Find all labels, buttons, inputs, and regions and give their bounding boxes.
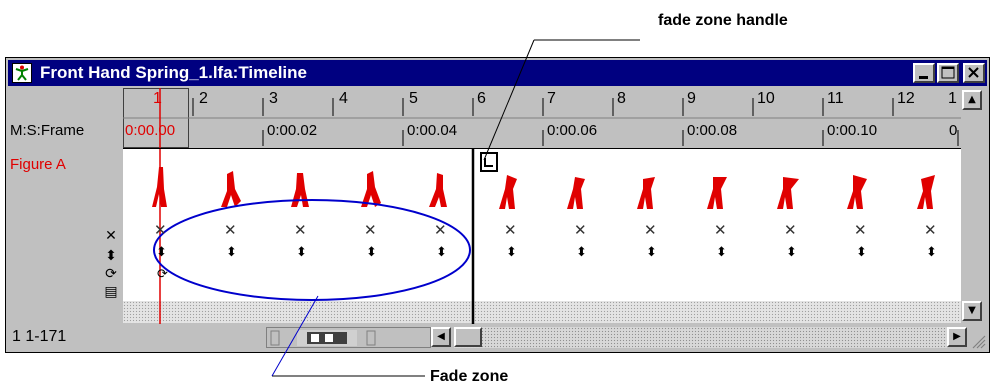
vertical-scrollbar[interactable]: ▲ ▼ xyxy=(961,88,983,323)
keyframe-marker[interactable]: ✕ xyxy=(504,221,517,239)
resize-grip-icon[interactable] xyxy=(969,332,987,350)
scroll-left-button[interactable]: ◀ xyxy=(431,327,451,347)
keyframe-marker[interactable]: ✕ xyxy=(574,221,587,239)
time-label: 0:00.02 xyxy=(267,122,318,139)
position-keyframe[interactable]: ⬍ xyxy=(646,245,657,260)
keyframe-marker[interactable]: ✕ xyxy=(294,221,307,239)
time-label: 0:00.04 xyxy=(407,122,458,139)
time-label: 0:00.10 xyxy=(827,122,878,139)
position-keyframe[interactable]: ⬍ xyxy=(506,245,517,260)
title-bar[interactable]: Front Hand Spring_1.lfa:Timeline xyxy=(8,60,987,86)
frame-number: 10 xyxy=(757,90,775,107)
position-keyframe[interactable]: ⬍ xyxy=(436,245,447,260)
frame-number: 2 xyxy=(199,90,208,107)
fade-zone-callout: Fade zone xyxy=(430,368,509,385)
horizontal-scrollbar[interactable] xyxy=(454,327,947,348)
keyframe-marker[interactable]: ✕ xyxy=(434,221,447,239)
script-icon: ▤ xyxy=(104,284,118,300)
position-keyframe[interactable]: ⬍ xyxy=(226,245,237,260)
zoom-slider[interactable] xyxy=(266,327,431,348)
close-button[interactable] xyxy=(963,63,985,83)
keyframe-marker[interactable]: ✕ xyxy=(154,221,167,239)
timeline-ruler[interactable]: 1 2 3 4 5 6 7 8 9 10 11 12 1 0:00.00 0:0… xyxy=(123,88,961,148)
figure-app-icon xyxy=(12,63,32,83)
x-icon: ✕ xyxy=(105,228,117,244)
scroll-thumb[interactable] xyxy=(454,327,482,347)
position-keyframe[interactable]: ⬍ xyxy=(366,245,377,260)
keyframe-marker[interactable]: ✕ xyxy=(714,221,727,239)
time-format-label: M:S:Frame xyxy=(10,122,85,139)
position-keyframe[interactable]: ⬍ xyxy=(926,245,937,260)
position-keyframe[interactable]: ⬍ xyxy=(716,245,727,260)
status-bar: 1 1-171 ◀ ▶ xyxy=(8,324,987,350)
figure-poses xyxy=(152,149,935,324)
frame-number: 1 xyxy=(153,90,162,107)
time-label: 0:00.00 xyxy=(125,122,176,139)
time-label: 0:00.08 xyxy=(687,122,738,139)
minimize-button[interactable] xyxy=(913,63,935,83)
keyframe-marker[interactable]: ✕ xyxy=(644,221,657,239)
maximize-button[interactable] xyxy=(937,63,959,83)
frame-number: 5 xyxy=(409,90,418,107)
frame-range-label: 1 1-171 xyxy=(12,328,67,345)
rotate-icon: ⟳ xyxy=(105,266,117,282)
frame-number: 11 xyxy=(827,90,844,107)
position-keyframe[interactable]: ⬍ xyxy=(576,245,587,260)
position-keyframe[interactable]: ⬍ xyxy=(786,245,797,260)
frame-number: 6 xyxy=(477,90,486,107)
keyframe-marker[interactable]: ✕ xyxy=(854,221,867,239)
frame-number: 12 xyxy=(897,90,915,107)
keyframe-marker[interactable]: ✕ xyxy=(224,221,237,239)
window-title: Front Hand Spring_1.lfa:Timeline xyxy=(40,63,307,82)
position-keyframe[interactable]: ⬍ xyxy=(856,245,867,260)
scroll-down-button[interactable]: ▼ xyxy=(962,301,982,321)
position-keyframe[interactable]: ⬍ xyxy=(296,245,307,260)
scroll-up-button[interactable]: ▲ xyxy=(962,90,982,110)
fade-zone-handle-callout: fade zone handle xyxy=(658,12,788,29)
figure-track-label[interactable]: Figure A xyxy=(10,156,66,173)
keyframe-marker[interactable]: ✕ xyxy=(364,221,377,239)
updown-icon: ⬍ xyxy=(105,248,117,264)
frame-number: 3 xyxy=(269,90,278,107)
keyframe-marker[interactable]: ✕ xyxy=(784,221,797,239)
timeline-window: Front Hand Spring_1.lfa:Timeline M:S:Fra… xyxy=(5,57,990,353)
rotation-keyframe-icon[interactable]: ⟳ xyxy=(157,267,168,282)
frame-number: 7 xyxy=(547,90,556,107)
keyframe-marker[interactable]: ✕ xyxy=(924,221,937,239)
position-keyframe[interactable]: ⬍ xyxy=(156,245,167,260)
frame-number: 8 xyxy=(617,90,626,107)
frame-number: 9 xyxy=(687,90,696,107)
scroll-right-button[interactable]: ▶ xyxy=(947,327,967,347)
time-label: 0:00.06 xyxy=(547,122,598,139)
time-label: 0 xyxy=(949,122,958,139)
track-content[interactable]: ✕ ✕ ✕ ✕ ✕ ✕ ✕ ✕ ✕ ✕ ✕ ✕ ⬍ ⬍ ⬍ ⬍ ⬍ ⬍ ⬍ ⬍ … xyxy=(123,148,961,324)
frame-number: 1 xyxy=(948,90,957,107)
track-label-panel: M:S:Frame Figure A ✕ ⬍ ⟳ ▤ xyxy=(8,88,123,343)
frame-number: 4 xyxy=(339,90,348,107)
